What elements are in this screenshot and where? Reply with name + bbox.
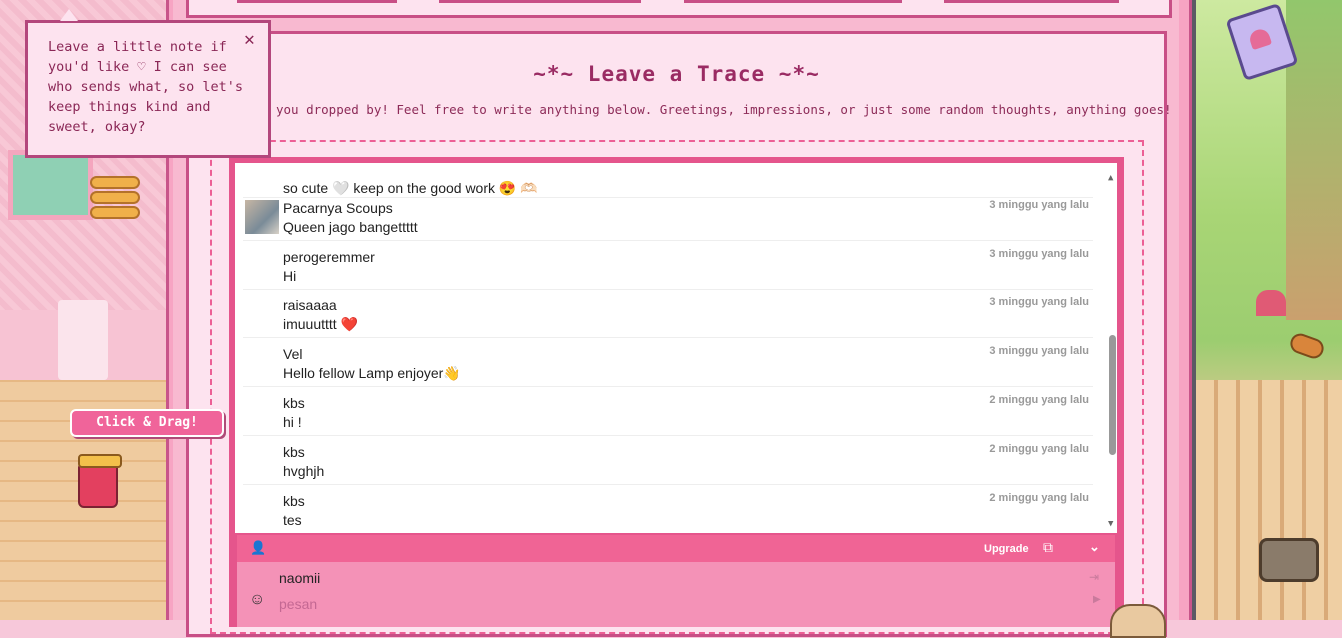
- list-item: Vel Hello fellow Lamp enjoyer👋 3 minggu …: [243, 338, 1093, 387]
- list-item: raisaaaa imuuutttt ❤️ 3 minggu yang lalu: [243, 289, 1093, 338]
- message-text: Hi: [283, 268, 297, 284]
- scrollbar-thumb[interactable]: [1109, 335, 1116, 455]
- bear-sticker-icon[interactable]: [1110, 604, 1166, 638]
- message-author: raisaaaa: [283, 297, 337, 313]
- list-item: kbs tes 2 minggu yang lalu: [243, 485, 1093, 533]
- emoji-icon[interactable]: ☺: [249, 591, 265, 609]
- top-tab[interactable]: [237, 0, 397, 3]
- right-garden-scene: [1186, 0, 1342, 620]
- chat-form: naomii ⇥ ☺ pesan ▶: [237, 562, 1115, 627]
- message-author[interactable]: Pacarnya Scoups: [283, 200, 393, 216]
- popup-pointer: [60, 9, 78, 21]
- chat-toolbar: 👤 Upgrade ⧉ ⌄: [237, 535, 1115, 562]
- note-popup: Leave a little note if you'd like ♡ I ca…: [25, 9, 271, 158]
- external-link-icon[interactable]: ⧉: [1043, 539, 1053, 556]
- message-time: 3 minggu yang lalu: [989, 296, 1089, 308]
- top-tab[interactable]: [944, 0, 1119, 3]
- message-author: kbs: [283, 395, 305, 411]
- message-time: 3 minggu yang lalu: [989, 345, 1089, 357]
- message-text: Queen jago bangettttt: [283, 219, 418, 235]
- message-time: 2 minggu yang lalu: [989, 394, 1089, 406]
- message-author: kbs: [283, 493, 305, 509]
- room-table: [58, 300, 108, 380]
- guestbook-subtitle: you dropped by! Feel free to write anyth…: [276, 102, 1172, 117]
- top-tab[interactable]: [684, 0, 902, 3]
- upgrade-link[interactable]: Upgrade: [984, 543, 1029, 555]
- list-item: Pacarnya Scoups Queen jago bangettttt 3 …: [243, 192, 1093, 241]
- message-text: hvghjh: [283, 463, 325, 479]
- top-tab[interactable]: [439, 0, 641, 3]
- click-and-drag-button[interactable]: Click & Drag!: [70, 409, 224, 437]
- avatar[interactable]: [245, 200, 279, 234]
- message-text: tes: [283, 512, 302, 528]
- message-time: 2 minggu yang lalu: [989, 492, 1089, 504]
- message-author: Vel: [283, 346, 303, 362]
- list-item: kbs hvghjh 2 minggu yang lalu: [243, 436, 1093, 485]
- message-author: perogeremmer: [283, 249, 375, 265]
- message-text: Hello fellow Lamp enjoyer👋: [283, 365, 461, 381]
- message-time: 3 minggu yang lalu: [989, 199, 1089, 211]
- pancake-sticker-icon[interactable]: [90, 176, 140, 220]
- guestbook-title: ~*~ Leave a Trace ~*~: [533, 62, 820, 86]
- bento-sticker-icon[interactable]: [1259, 538, 1319, 582]
- garden-fence: [1196, 380, 1342, 620]
- mailbox-icon: [1256, 290, 1286, 316]
- message-input[interactable]: pesan: [279, 596, 317, 612]
- scroll-down-icon[interactable]: ▼: [1108, 519, 1113, 529]
- message-time: 2 minggu yang lalu: [989, 443, 1089, 455]
- user-icon[interactable]: 👤: [250, 540, 266, 556]
- note-text: Leave a little note if you'd like ♡ I ca…: [48, 39, 244, 135]
- message-author: kbs: [283, 444, 305, 460]
- jam-jar-sticker-icon[interactable]: [78, 454, 122, 508]
- close-icon[interactable]: ✕: [244, 29, 255, 50]
- top-panel: [186, 0, 1172, 18]
- collapse-icon[interactable]: ⌄: [1089, 539, 1100, 555]
- message-time: 3 minggu yang lalu: [989, 248, 1089, 260]
- room-window: [8, 150, 93, 220]
- list-item: kbs hi ! 2 minggu yang lalu: [243, 387, 1093, 436]
- chat-widget: so cute 🤍 keep on the good work 😍 🫶🏻 Pac…: [229, 157, 1124, 627]
- message-text: imuuutttt ❤️: [283, 316, 359, 332]
- send-icon[interactable]: ▶: [1093, 594, 1101, 605]
- message-text: hi !: [283, 414, 302, 430]
- scrollbar[interactable]: ▲ ▼: [1107, 163, 1117, 533]
- scroll-up-icon[interactable]: ▲: [1108, 173, 1113, 183]
- login-icon[interactable]: ⇥: [1089, 570, 1099, 584]
- name-field[interactable]: naomii: [279, 570, 320, 586]
- message-list[interactable]: so cute 🤍 keep on the good work 😍 🫶🏻 Pac…: [235, 163, 1117, 533]
- garden-tree: [1286, 0, 1342, 320]
- list-item: perogeremmer Hi 3 minggu yang lalu: [243, 241, 1093, 290]
